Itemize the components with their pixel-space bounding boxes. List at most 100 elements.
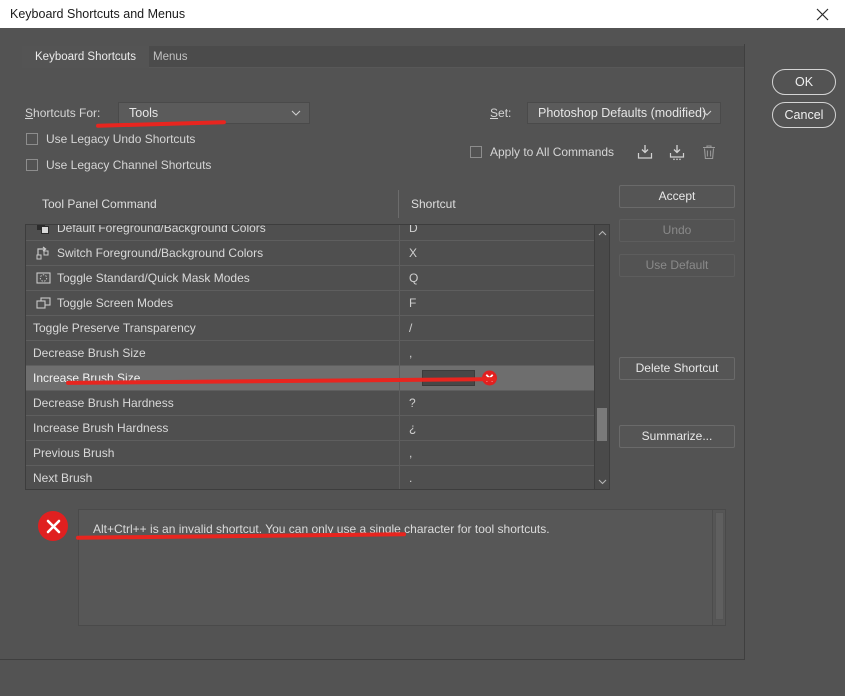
- row-shortcut: ,: [409, 346, 412, 360]
- error-scrollbar-thumb[interactable]: [715, 512, 724, 620]
- row-divider: [399, 466, 400, 490]
- window-title: Keyboard Shortcuts and Menus: [10, 7, 185, 21]
- quick-mask-icon-glyph: [36, 271, 51, 285]
- set-label: Set:: [490, 106, 511, 120]
- window-titlebar: Keyboard Shortcuts and Menus: [0, 0, 845, 29]
- row-label: Next Brush: [33, 471, 92, 485]
- row-label: Previous Brush: [33, 446, 114, 460]
- save-set-copy-icon-glyph: [668, 144, 686, 161]
- row-divider: [399, 266, 400, 290]
- chevron-down-icon: [291, 110, 301, 116]
- shortcuts-for-value: Tools: [129, 106, 158, 120]
- use-default-button[interactable]: Use Default: [619, 254, 735, 277]
- delete-shortcut-button[interactable]: Delete Shortcut: [619, 357, 735, 380]
- close-icon[interactable]: [799, 0, 845, 28]
- checkbox-label: Use Legacy Channel Shortcuts: [46, 158, 211, 172]
- row-label: Increase Brush Hardness: [33, 421, 168, 435]
- accept-button[interactable]: Accept: [619, 185, 735, 208]
- scroll-up-icon-glyph: [598, 230, 607, 236]
- close-icon-glyph: [816, 8, 829, 21]
- set-value: Photoshop Defaults (modified): [538, 106, 706, 120]
- row-divider: [399, 316, 400, 340]
- error-scrollbar[interactable]: [712, 510, 725, 625]
- shortcut-input[interactable]: [422, 370, 475, 386]
- keyboard-shortcuts-dialog: Keyboard Shortcuts Menus Shortcuts For: …: [0, 28, 845, 696]
- table-row-selected[interactable]: Increase Brush Size: [26, 366, 609, 391]
- trash-icon[interactable]: [697, 141, 721, 163]
- save-set-icon-glyph: [636, 144, 654, 161]
- undo-button[interactable]: Undo: [619, 219, 735, 242]
- shortcuts-for-label-rest: hortcuts For:: [33, 106, 100, 120]
- row-shortcut: F: [409, 296, 416, 310]
- table-row[interactable]: Next Brush .: [26, 466, 609, 490]
- table-row[interactable]: Toggle Screen Modes F: [26, 291, 609, 316]
- checkbox-box: [470, 146, 482, 158]
- row-label: Switch Foreground/Background Colors: [57, 246, 263, 260]
- summarize-button[interactable]: Summarize...: [619, 425, 735, 448]
- error-x-icon-glyph: [45, 518, 62, 535]
- row-divider: [399, 241, 400, 265]
- screen-modes-icon-glyph: [36, 296, 51, 310]
- shortcuts-for-label: Shortcuts For:: [25, 106, 100, 120]
- error-message-panel: Alt+Ctrl++ is an invalid shortcut. You c…: [78, 509, 726, 626]
- table-row[interactable]: Switch Foreground/Background Colors X: [26, 241, 609, 266]
- chevron-down-icon: [702, 110, 712, 116]
- table-row[interactable]: Decrease Brush Size ,: [26, 341, 609, 366]
- set-select[interactable]: Photoshop Defaults (modified): [527, 102, 721, 124]
- tabstrip: Keyboard Shortcuts Menus: [22, 46, 744, 68]
- list-scrollbar-thumb[interactable]: [597, 408, 607, 441]
- checkbox-apply-to-all-commands[interactable]: Apply to All Commands: [470, 145, 614, 159]
- ok-button[interactable]: OK: [772, 69, 836, 95]
- scroll-down-icon-glyph: [598, 479, 607, 485]
- table-row[interactable]: Previous Brush ,: [26, 441, 609, 466]
- checkbox-label: Use Legacy Undo Shortcuts: [46, 132, 195, 146]
- column-header-shortcut: Shortcut: [398, 190, 456, 218]
- row-divider: [399, 416, 400, 440]
- row-divider: [399, 366, 400, 390]
- checkbox-use-legacy-undo[interactable]: Use Legacy Undo Shortcuts: [26, 132, 195, 146]
- table-row[interactable]: Increase Brush Hardness ¿: [26, 416, 609, 441]
- table-row[interactable]: Toggle Preserve Transparency /: [26, 316, 609, 341]
- row-label: Decrease Brush Hardness: [33, 396, 174, 410]
- set-label-rest: et:: [498, 106, 511, 120]
- switch-colors-icon-glyph: [36, 246, 50, 260]
- row-shortcut: D: [409, 224, 418, 235]
- shortcuts-list: Default Foreground/Background Colors D S…: [25, 224, 610, 490]
- tab-menus[interactable]: Menus: [140, 46, 201, 68]
- trash-icon-glyph: [701, 144, 717, 161]
- row-label: Increase Brush Size: [33, 371, 140, 385]
- row-shortcut: ?: [409, 396, 416, 410]
- save-set-icon[interactable]: [633, 141, 657, 163]
- table-row[interactable]: Decrease Brush Hardness ?: [26, 391, 609, 416]
- quick-mask-icon: [35, 270, 51, 286]
- row-shortcut: /: [409, 321, 412, 335]
- row-label: Toggle Standard/Quick Mask Modes: [57, 271, 250, 285]
- table-row[interactable]: Default Foreground/Background Colors D: [26, 224, 609, 241]
- row-shortcut: Q: [409, 271, 418, 285]
- checkbox-use-legacy-channel[interactable]: Use Legacy Channel Shortcuts: [26, 158, 211, 172]
- checkbox-box: [26, 159, 38, 171]
- default-colors-icon-glyph: [36, 224, 50, 235]
- row-shortcut: X: [409, 246, 417, 260]
- row-divider: [399, 391, 400, 415]
- shortcuts-list-rows: Default Foreground/Background Colors D S…: [26, 224, 609, 490]
- screen-modes-icon: [35, 295, 51, 311]
- error-message-text: Alt+Ctrl++ is an invalid shortcut. You c…: [93, 521, 693, 537]
- row-label: Default Foreground/Background Colors: [57, 224, 266, 235]
- row-label: Toggle Preserve Transparency: [33, 321, 196, 335]
- tab-keyboard-shortcuts[interactable]: Keyboard Shortcuts: [22, 46, 149, 68]
- scroll-up-icon[interactable]: [595, 225, 609, 240]
- scroll-down-icon[interactable]: [595, 474, 609, 489]
- table-row[interactable]: Toggle Standard/Quick Mask Modes Q: [26, 266, 609, 291]
- list-scrollbar[interactable]: [594, 225, 609, 489]
- row-label: Decrease Brush Size: [33, 346, 146, 360]
- checkbox-box: [26, 133, 38, 145]
- cancel-button[interactable]: Cancel: [772, 102, 836, 128]
- save-set-copy-icon[interactable]: [665, 141, 689, 163]
- row-shortcut: ¿: [409, 421, 416, 435]
- shortcuts-for-select[interactable]: Tools: [118, 102, 310, 124]
- shortcut-error-icon-glyph: [485, 374, 494, 383]
- switch-colors-icon: [35, 245, 51, 261]
- row-label: Toggle Screen Modes: [57, 296, 173, 310]
- shortcut-error-icon[interactable]: [482, 371, 497, 386]
